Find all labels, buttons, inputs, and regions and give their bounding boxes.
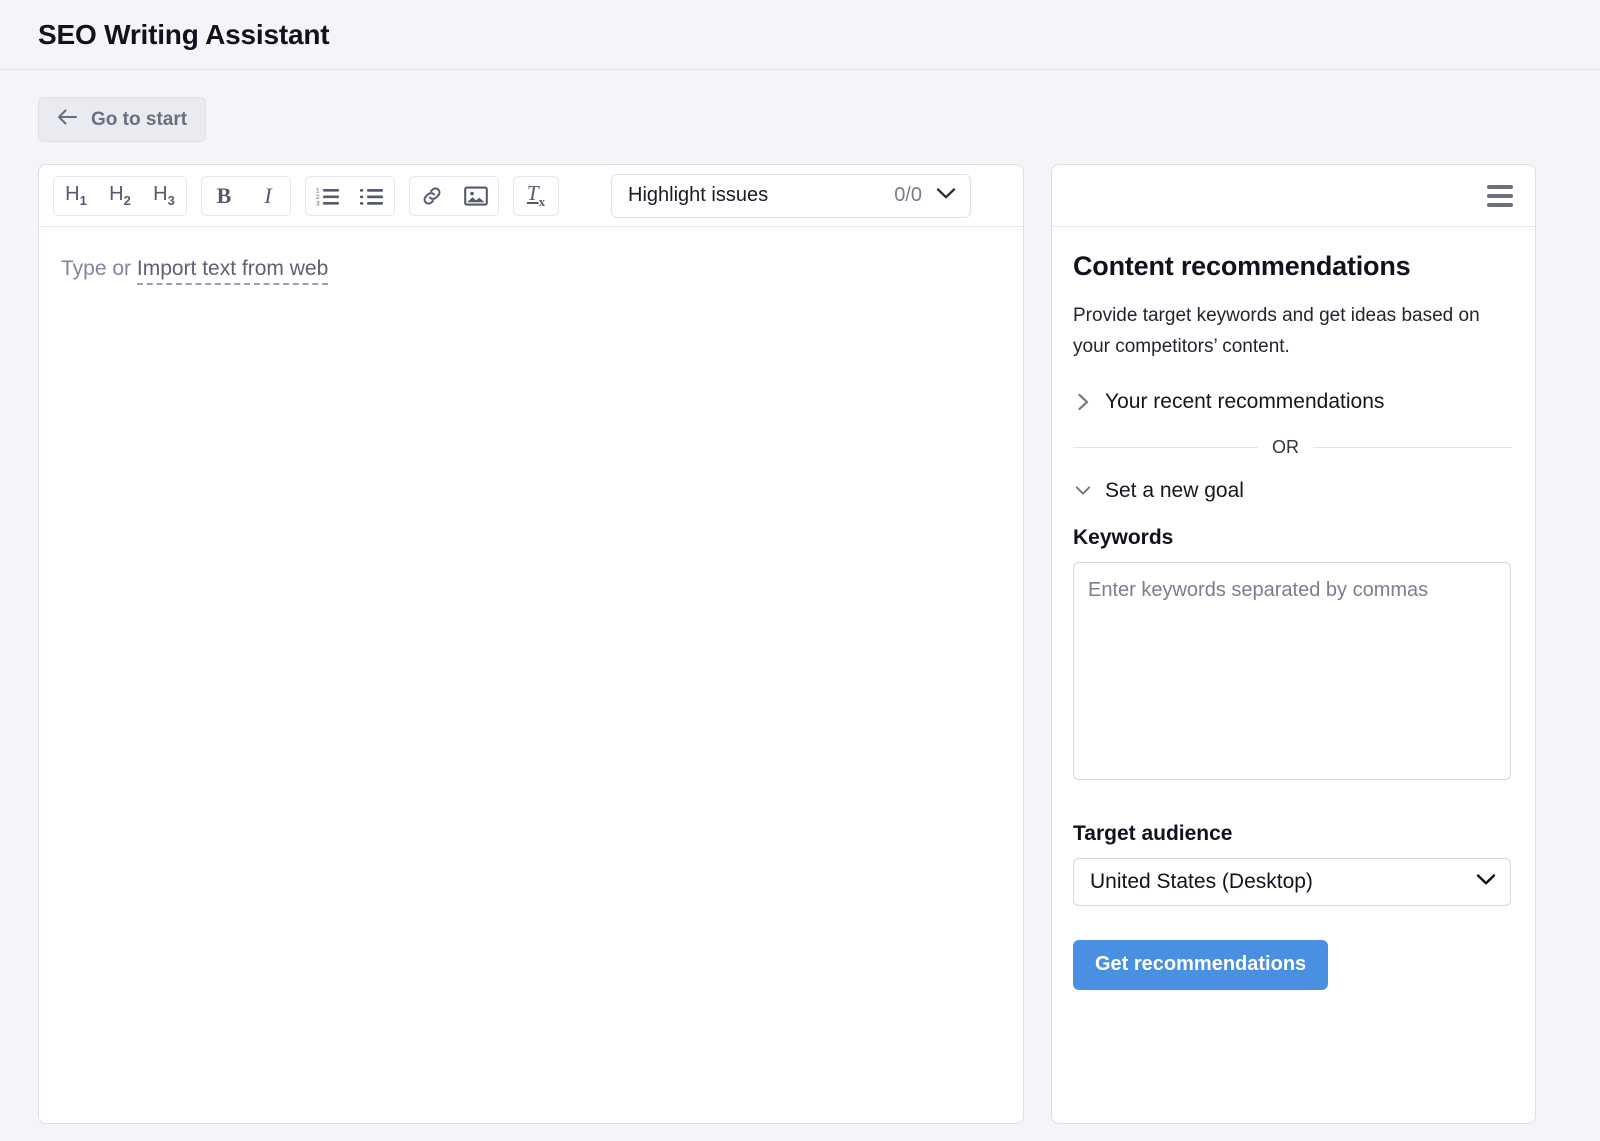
keywords-label: Keywords [1073,526,1514,550]
heading-3-icon[interactable]: H3 [142,177,186,215]
hamburger-bar [1487,194,1513,198]
highlight-issues-select[interactable]: Highlight issues 0/0 [611,174,971,218]
bullet-list-icon[interactable] [350,177,394,215]
editor-toolbar: H1 H2 H3 B I 1 [39,165,1023,227]
panel-description: Provide target keywords and get ideas ba… [1073,300,1493,363]
ordered-list-icon[interactable]: 1 2 3 [306,177,350,215]
page-title: SEO Writing Assistant [38,19,329,51]
panel-header [1052,165,1535,227]
main-content: H1 H2 H3 B I 1 [0,142,1600,1124]
import-text-from-web-link[interactable]: Import text from web [137,257,328,285]
chevron-down-icon [1476,873,1496,891]
editor-placeholder: Type or Import text from web [61,257,997,281]
target-audience-label: Target audience [1073,822,1514,846]
editor-card: H1 H2 H3 B I 1 [38,164,1024,1124]
panel-body: Content recommendations Provide target k… [1052,227,1535,990]
go-to-start-button[interactable]: Go to start [38,97,206,142]
clear-formatting-icon[interactable]: Tx [514,177,558,215]
or-divider: OR [1073,437,1512,458]
heading-3-label: H [153,183,167,205]
toolbar-group-text-style: B I [201,176,291,216]
panel-title: Content recommendations [1073,251,1514,282]
go-to-start-label: Go to start [91,109,187,131]
clear-format-sub: x [539,194,546,210]
hamburger-menu-icon[interactable] [1485,179,1515,213]
recent-recommendations-accordion[interactable]: Your recent recommendations [1073,381,1514,423]
heading-3-sub: 3 [168,193,175,208]
clear-format-label: T [527,181,539,205]
chevron-right-icon [1075,393,1091,411]
editor-placeholder-prefix: Type or [61,257,137,280]
italic-icon[interactable]: I [246,177,290,215]
editor-text-area[interactable]: Type or Import text from web [39,227,1023,1123]
highlight-issues-count: 0/0 [894,184,922,207]
set-new-goal-label: Set a new goal [1105,479,1244,503]
heading-2-icon[interactable]: H2 [98,177,142,215]
content-recommendations-panel: Content recommendations Provide target k… [1051,164,1536,1124]
hamburger-bar [1487,203,1513,207]
hamburger-bar [1487,185,1513,189]
toolbar-group-headings: H1 H2 H3 [53,176,187,216]
image-icon[interactable] [454,177,498,215]
heading-1-icon[interactable]: H1 [54,177,98,215]
svg-text:3: 3 [316,200,320,206]
chevron-down-icon [1075,484,1091,497]
highlight-issues-label: Highlight issues [628,184,894,207]
bold-label: B [217,183,232,209]
or-label: OR [1272,437,1299,458]
target-audience-select[interactable]: United States (Desktop) [1073,858,1511,906]
heading-2-sub: 2 [124,193,131,208]
arrow-left-icon [56,108,78,132]
chevron-down-icon [936,187,956,205]
italic-label: I [264,183,271,209]
toolbar-group-insert [409,176,499,216]
toolbar-group-lists: 1 2 3 [305,176,395,216]
target-audience-value: United States (Desktop) [1090,870,1476,894]
app-header: SEO Writing Assistant [0,0,1600,70]
link-icon[interactable] [410,177,454,215]
heading-1-sub: 1 [80,193,87,208]
get-recommendations-button[interactable]: Get recommendations [1073,940,1328,990]
heading-2-label: H [109,183,123,205]
heading-1-label: H [65,183,79,205]
toolbar-group-clear-format: Tx [513,176,559,216]
bold-icon[interactable]: B [202,177,246,215]
keywords-placeholder: Enter keywords separated by commas [1088,579,1428,601]
toolbar-subbar: Go to start [0,70,1600,142]
set-new-goal-accordion[interactable]: Set a new goal [1073,470,1514,512]
keywords-input[interactable]: Enter keywords separated by commas [1073,562,1511,780]
recent-recommendations-label: Your recent recommendations [1105,390,1384,414]
